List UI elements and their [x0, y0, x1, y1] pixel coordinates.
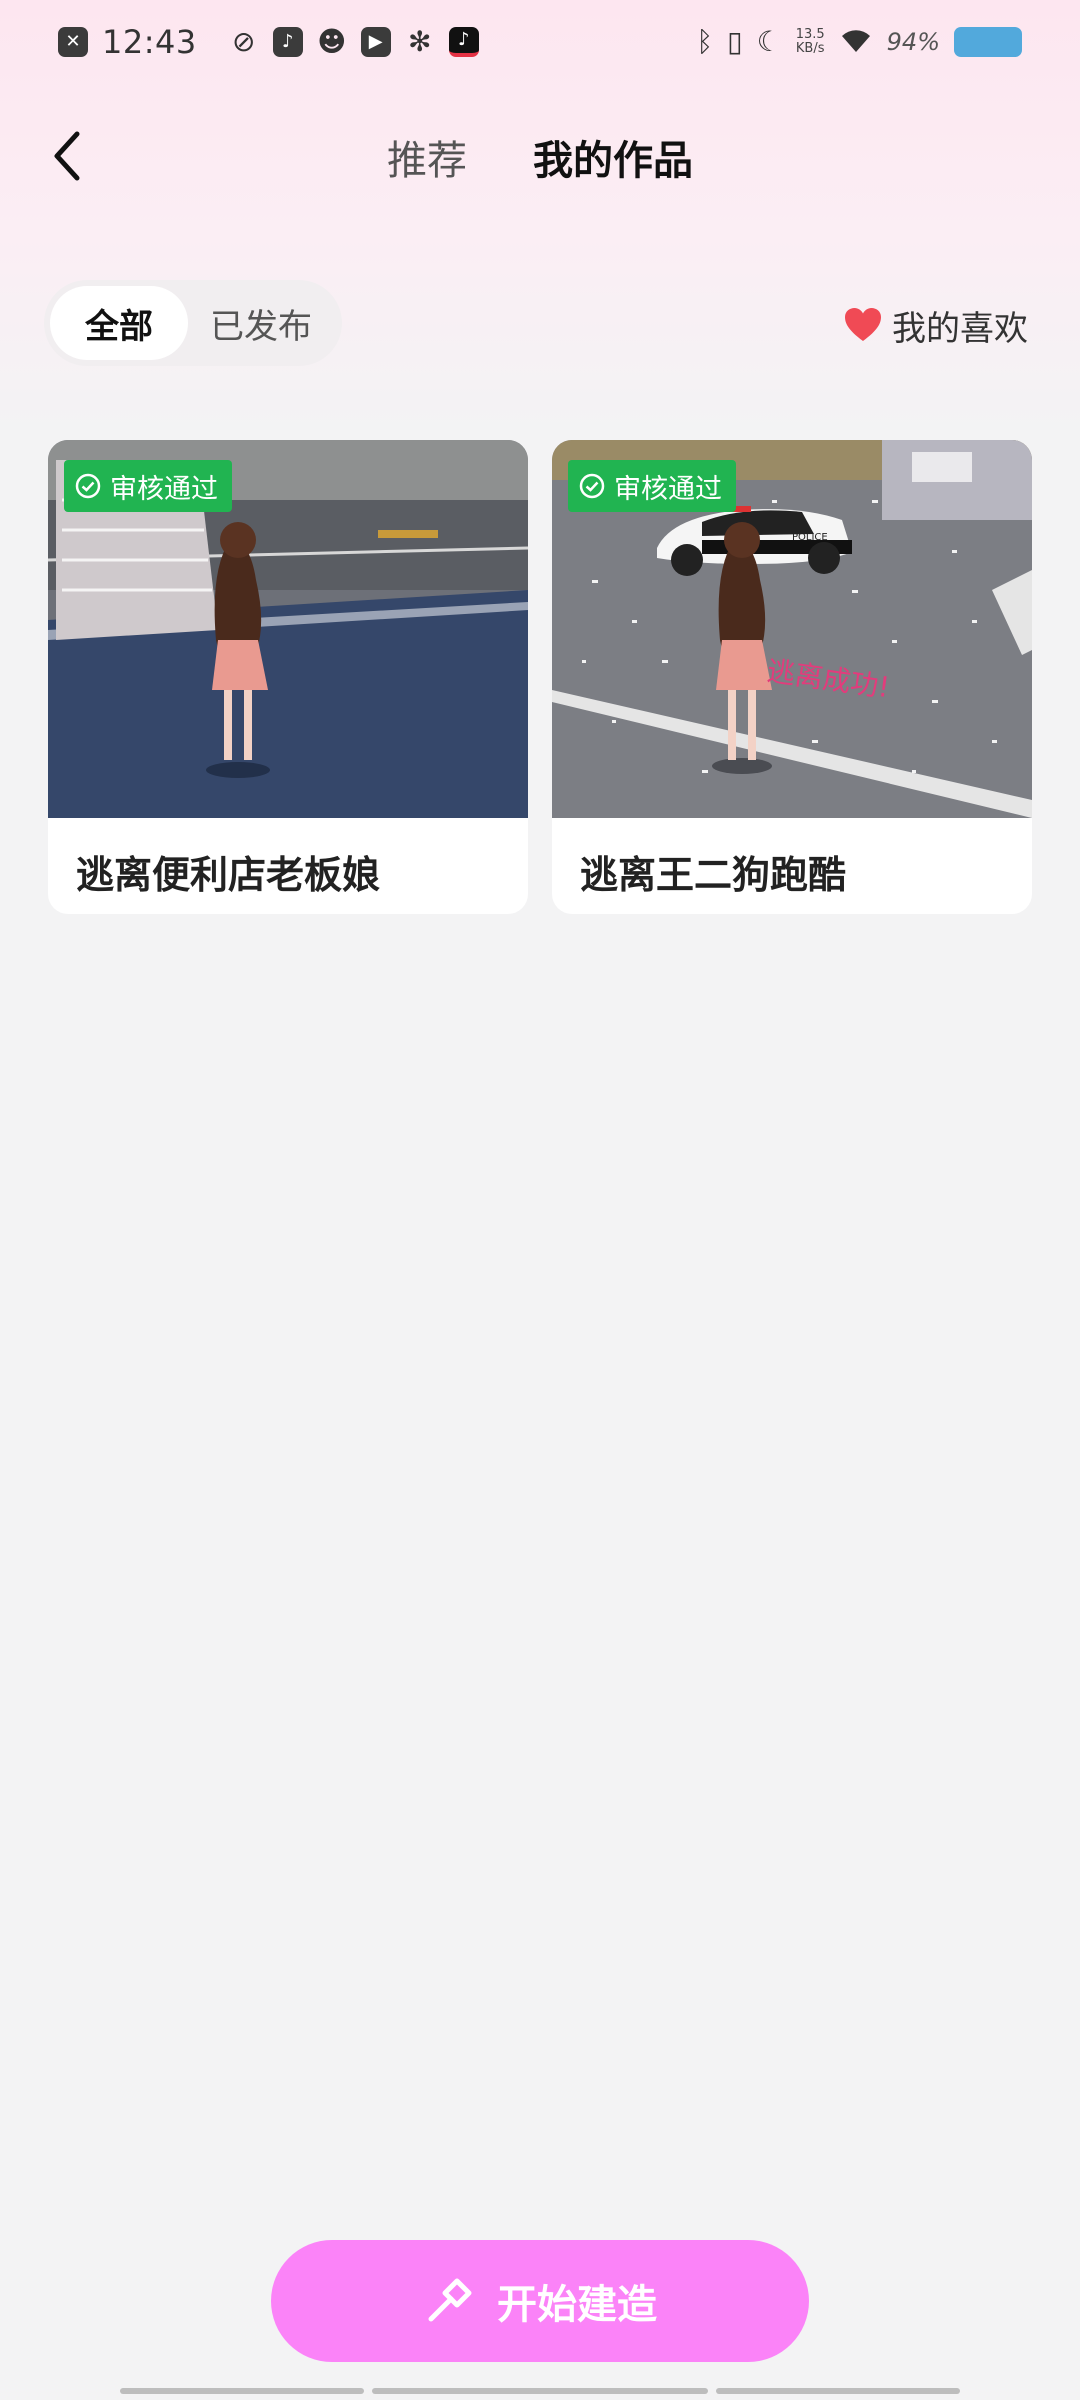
gesture-bar-center[interactable] [372, 2388, 708, 2394]
gesture-bar-left [120, 2388, 364, 2394]
work-thumbnail: 审核通过 [48, 440, 528, 818]
close-square-icon: ✕ [58, 27, 88, 57]
approved-badge-label: 审核通过 [110, 473, 218, 505]
hammer-icon [428, 2278, 472, 2322]
app-icon: ⊘ [231, 25, 256, 58]
status-bar-right: ᛒ ▯ ☾ 13.5 KB/s 94% [696, 26, 1022, 59]
start-building-label: 开始建造 [497, 2282, 657, 2328]
battery-percent: 94% [886, 28, 940, 56]
work-title: 逃离王二狗跑酷 [580, 853, 847, 897]
filter-toggle: 全部 已发布 [44, 280, 342, 366]
vibrate-icon: ▯ [727, 25, 743, 58]
approved-badge-label: 审核通过 [614, 473, 722, 505]
moon-icon: ☾ [756, 25, 782, 58]
my-likes-label: 我的喜欢 [892, 308, 1028, 349]
cat-icon: ☻ [317, 25, 347, 58]
work-thumbnail: POLICE 逃离成功! 审核通过 [552, 440, 1032, 818]
police-car-text: POLICE [792, 532, 828, 543]
check-circle-icon [75, 473, 101, 499]
approved-badge: 审核通过 [568, 460, 736, 512]
work-title: 逃离便利店老板娘 [76, 853, 381, 897]
filter-published-button[interactable]: 已发布 [188, 286, 334, 360]
wifi-icon [839, 26, 873, 59]
battery-icon [954, 27, 1022, 57]
gesture-bar-right [716, 2388, 960, 2394]
my-likes-link[interactable]: 我的喜欢 [844, 300, 1028, 350]
approved-badge: 审核通过 [64, 460, 232, 512]
music-icon: ♪ [272, 27, 303, 57]
tab-my-works[interactable]: 我的作品 [533, 128, 693, 188]
work-card[interactable]: POLICE 逃离成功! 审核通过 逃离王二狗跑酷 [552, 440, 1032, 914]
heart-icon [845, 308, 881, 341]
network-speed: 13.5 KB/s [796, 28, 825, 56]
filter-all-button[interactable]: 全部 [50, 286, 188, 360]
clock: 12:43 [102, 23, 197, 61]
check-circle-icon [579, 473, 605, 499]
header-tabs: 推荐 我的作品 [0, 128, 1080, 188]
work-card[interactable]: 审核通过 逃离便利店老板娘 [48, 440, 528, 914]
network-speed-value: 13.5 [795, 27, 825, 42]
fan-icon: ✻ [407, 25, 432, 58]
tiktok-icon: ♪ [448, 27, 479, 57]
play-icon: ▶ [360, 27, 391, 57]
network-speed-unit: KB/s [795, 41, 825, 56]
tab-recommended[interactable]: 推荐 [387, 128, 467, 188]
status-bar: ✕ 12:43 ⊘ ♪ ☻ ▶ ✻ ♪ ᛒ ▯ ☾ 13.5 KB/s 94% [0, 0, 1080, 84]
status-bar-left: ✕ 12:43 ⊘ ♪ ☻ ▶ ✻ ♪ [58, 23, 479, 61]
bluetooth-icon: ᛒ [696, 25, 714, 58]
start-building-button[interactable]: 开始建造 [271, 2240, 809, 2362]
